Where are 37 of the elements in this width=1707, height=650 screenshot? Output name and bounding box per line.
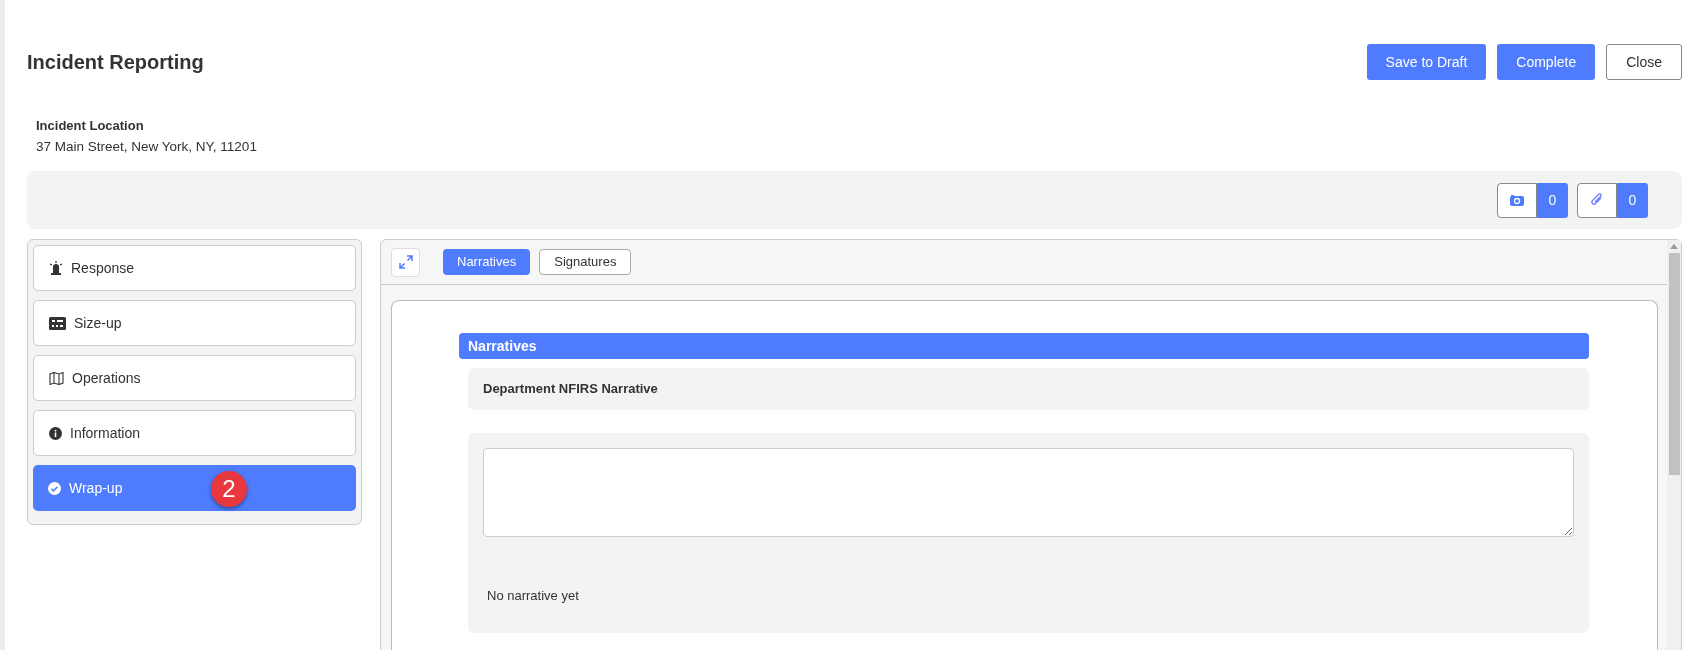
sidebar-item[interactable]: Wrap-up 2	[33, 465, 356, 511]
beacon-icon	[49, 261, 63, 275]
subsection-header: Department NFIRS Narrative	[468, 368, 1589, 410]
scroll-up-arrow-icon[interactable]	[1670, 244, 1678, 249]
expand-button[interactable]	[391, 247, 420, 277]
check-circle-icon	[48, 481, 61, 495]
tab[interactable]: Narratives	[443, 249, 531, 275]
sidebar-item[interactable]: Response	[33, 245, 356, 291]
paperclip-icon	[1590, 192, 1604, 208]
location-address: 37 Main Street, New York, NY, 11201	[36, 138, 258, 156]
tab[interactable]: Signatures	[539, 249, 632, 275]
sidebar-label: Operations	[72, 368, 141, 388]
action-button[interactable]: Save to Draft	[1366, 44, 1487, 80]
section-header: Narratives	[459, 333, 1589, 359]
sidebar-item[interactable]: Size-up	[33, 300, 356, 346]
expand-icon	[398, 255, 413, 269]
counter-icon-button[interactable]	[1577, 182, 1617, 218]
sidebar-label: Size-up	[74, 313, 122, 333]
sidebar-label: Response	[71, 258, 135, 278]
sidebar-label: Wrap-up	[69, 478, 123, 498]
counter-icon-button[interactable]	[1497, 182, 1537, 218]
page-title: Incident Reporting	[27, 50, 204, 75]
empty-message: No narrative yet	[487, 587, 580, 605]
camera-icon	[1510, 194, 1524, 206]
sidebar-label: Information	[70, 423, 141, 443]
sidebar-item[interactable]: Operations	[33, 355, 356, 401]
map-icon	[49, 371, 64, 385]
location-label: Incident Location	[36, 117, 145, 135]
panel-icon	[49, 316, 66, 330]
step-badge: 2	[211, 471, 247, 507]
count-badge: 0	[1537, 182, 1568, 218]
narrative-textarea[interactable]	[483, 448, 1574, 537]
info-icon	[49, 426, 62, 440]
count-badge: 0	[1617, 182, 1648, 218]
sidebar-item[interactable]: Information	[33, 410, 356, 456]
action-button[interactable]: Complete	[1497, 44, 1596, 80]
action-button[interactable]: Close	[1606, 44, 1682, 80]
